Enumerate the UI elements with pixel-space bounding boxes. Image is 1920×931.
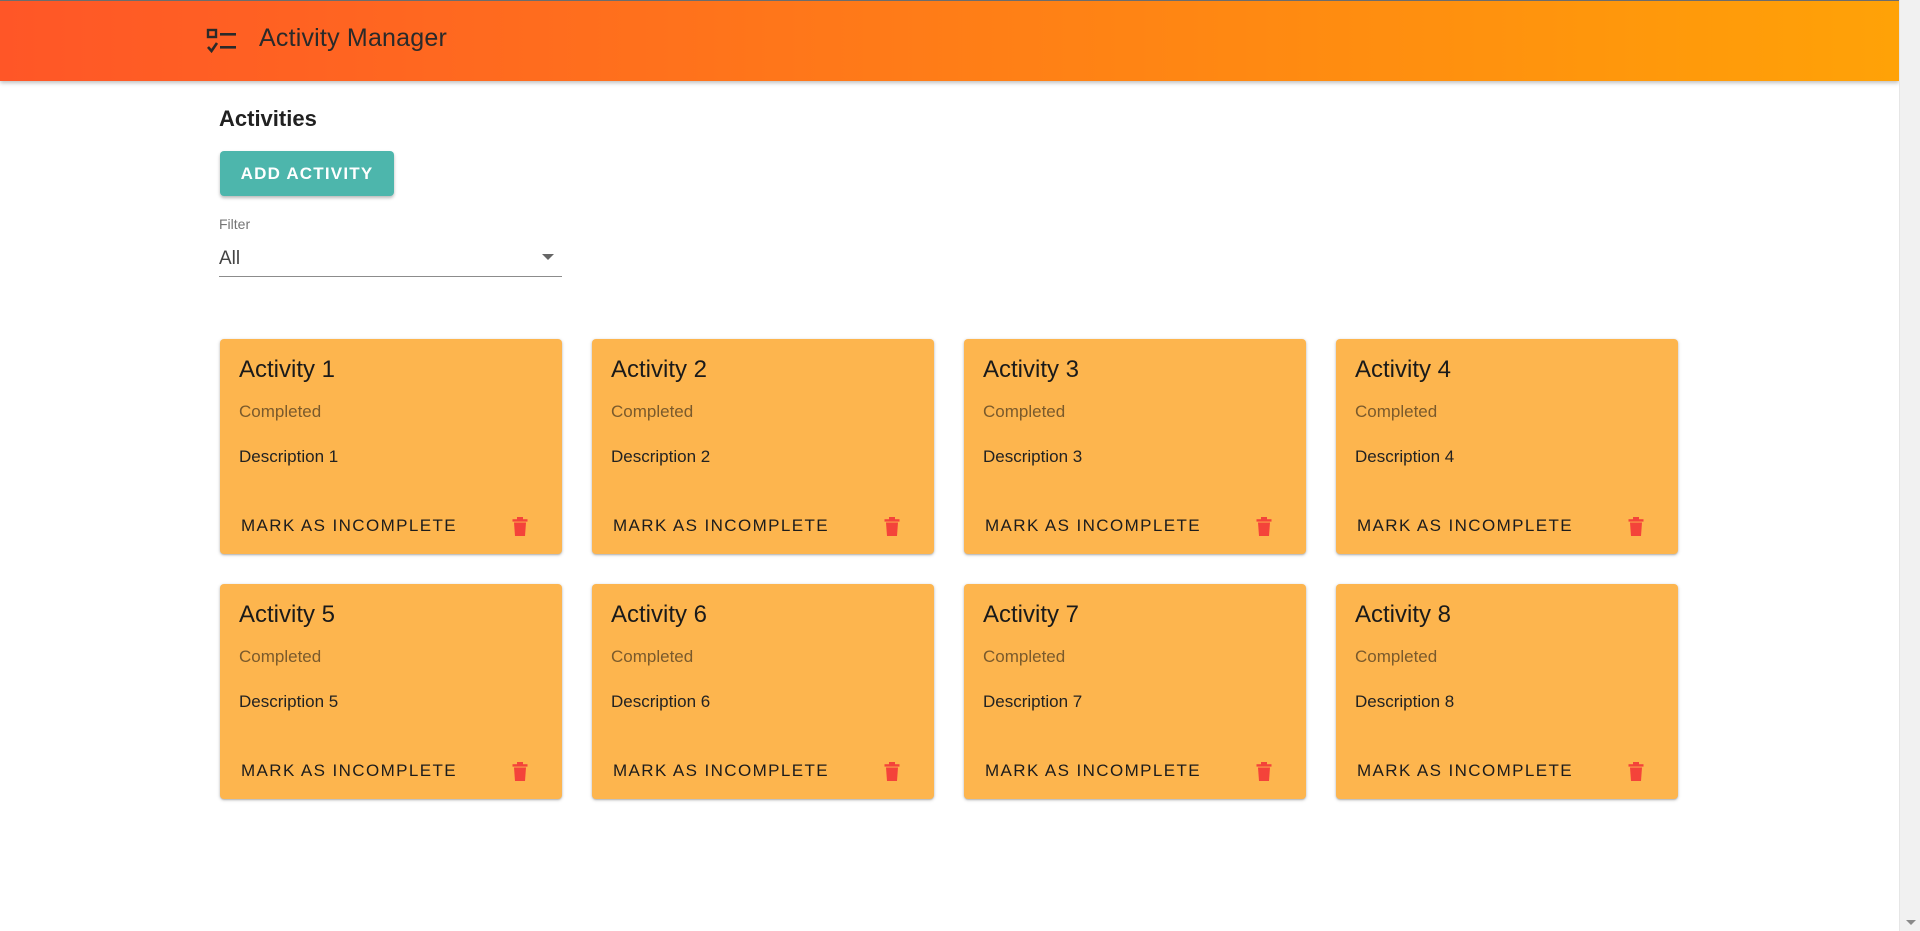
activity-card: Activity 6 Completed Description 6 MARK AS … — [592, 584, 934, 799]
mark-incomplete-button[interactable]: MARK AS INCOMPLETE — [604, 753, 838, 789]
activity-description: Description 2 — [611, 447, 711, 466]
activity-title: Activity 2 — [611, 356, 708, 383]
activity-card: Activity 1 Completed Description 1 MARK AS … — [220, 339, 562, 554]
trash-icon[interactable] — [877, 756, 907, 786]
caret-down-icon[interactable] — [542, 254, 554, 260]
trash-icon[interactable] — [1621, 511, 1651, 541]
activity-description: Description 7 — [983, 692, 1083, 711]
trash-icon[interactable] — [1621, 756, 1651, 786]
activity-title: Activity 7 — [983, 601, 1080, 628]
activity-description: Description 5 — [239, 692, 339, 711]
activity-status: Completed — [239, 402, 322, 421]
activity-description: Description 4 — [1355, 447, 1455, 466]
activity-card: Activity 7 Completed Description 7 MARK AS … — [964, 584, 1306, 799]
filter-dropdown[interactable]: All — [219, 242, 562, 277]
activity-title: Activity 8 — [1355, 601, 1452, 628]
activity-status: Completed — [239, 647, 322, 666]
activity-card: Activity 4 Completed Description 4 MARK AS … — [1336, 339, 1678, 554]
activity-title: Activity 1 — [239, 356, 336, 383]
activity-title: Activity 4 — [1355, 356, 1452, 383]
activity-description: Description 6 — [611, 692, 711, 711]
activity-description: Description 8 — [1355, 692, 1455, 711]
activity-status: Completed — [983, 402, 1066, 421]
activity-card: Activity 3 Completed Description 3 MARK AS … — [964, 339, 1306, 554]
activity-card: Activity 2 Completed Description 2 MARK AS … — [592, 339, 934, 554]
filter-label: Filter — [219, 216, 251, 232]
activity-description: Description 3 — [983, 447, 1083, 466]
activity-status: Completed — [1355, 647, 1438, 666]
add-activity-button[interactable]: ADD ACTIVITY — [220, 151, 394, 196]
page: Activity Manager Activities ADD ACTIVITY… — [0, 0, 1920, 931]
activity-title: Activity 3 — [983, 356, 1080, 383]
app-bar: Activity Manager — [0, 0, 1899, 81]
mark-incomplete-button[interactable]: MARK AS INCOMPLETE — [976, 753, 1210, 789]
mark-incomplete-button[interactable]: MARK AS INCOMPLETE — [976, 508, 1210, 544]
activity-status: Completed — [983, 647, 1066, 666]
activity-card: Activity 5 Completed Description 5 MARK AS … — [220, 584, 562, 799]
activity-status: Completed — [1355, 402, 1438, 421]
trash-icon[interactable] — [1249, 511, 1279, 541]
activity-title: Activity 6 — [611, 601, 708, 628]
checklist-icon — [206, 28, 238, 56]
filter-select[interactable]: Filter All — [219, 216, 562, 281]
mark-incomplete-button[interactable]: MARK AS INCOMPLETE — [1348, 508, 1582, 544]
trash-icon[interactable] — [1249, 756, 1279, 786]
activity-description: Description 1 — [239, 447, 339, 466]
filter-selected-value: All — [219, 248, 241, 269]
page-title: Activities — [219, 106, 317, 131]
activity-card-grid: Activity 1 Completed Description 1 MARK AS … — [220, 339, 1680, 799]
mark-incomplete-button[interactable]: MARK AS INCOMPLETE — [1348, 753, 1582, 789]
activity-status: Completed — [611, 402, 694, 421]
activity-title: Activity 5 — [239, 601, 336, 628]
trash-icon[interactable] — [505, 511, 535, 541]
mark-incomplete-button[interactable]: MARK AS INCOMPLETE — [604, 508, 838, 544]
scroll-down-arrow-icon[interactable] — [1906, 920, 1916, 925]
activity-status: Completed — [611, 647, 694, 666]
trash-icon[interactable] — [877, 511, 907, 541]
trash-icon[interactable] — [505, 756, 535, 786]
app-title: Activity Manager — [259, 24, 447, 52]
activity-card: Activity 8 Completed Description 8 MARK AS … — [1336, 584, 1678, 799]
mark-incomplete-button[interactable]: MARK AS INCOMPLETE — [232, 508, 466, 544]
page-scrollbar[interactable] — [1899, 0, 1920, 931]
mark-incomplete-button[interactable]: MARK AS INCOMPLETE — [232, 753, 466, 789]
